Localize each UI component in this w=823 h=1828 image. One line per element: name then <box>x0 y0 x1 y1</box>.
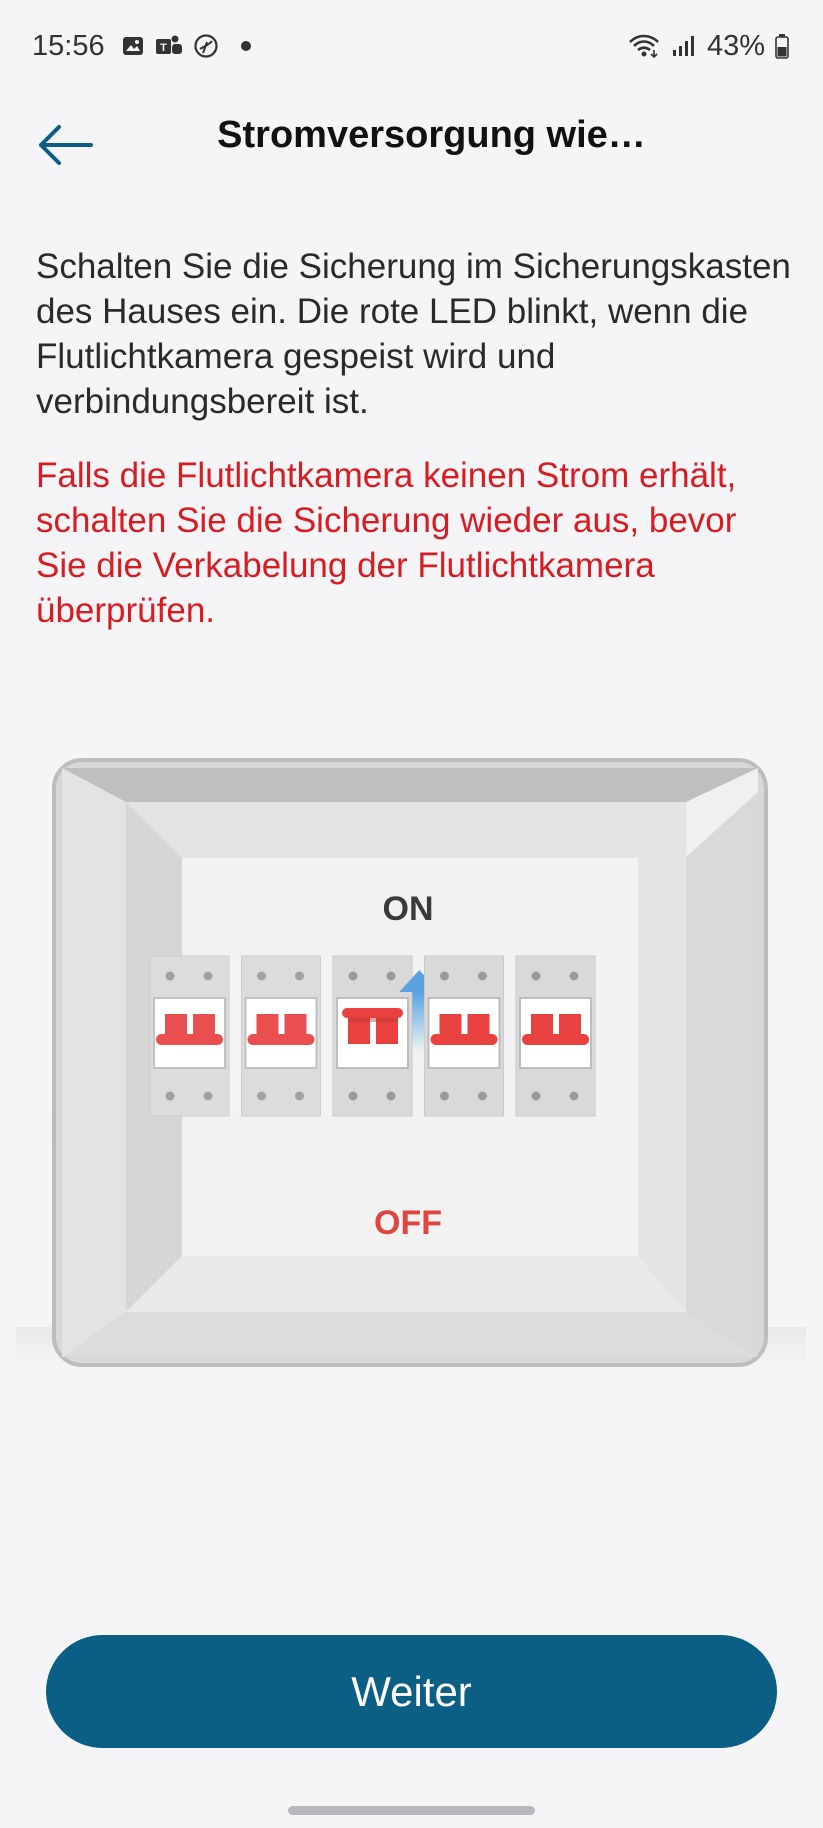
home-indicator[interactable] <box>288 1806 535 1815</box>
screw <box>478 971 487 981</box>
screw <box>478 1091 487 1101</box>
screw <box>348 971 358 981</box>
notification-dot <box>240 41 251 51</box>
switch-shade <box>348 1018 398 1022</box>
warning-text: Falls die Flutlichtkamera keinen Strom e… <box>36 456 737 630</box>
screw <box>569 1091 579 1101</box>
panel-shade-bottom <box>126 1256 686 1312</box>
breaker-3 <box>332 955 413 1117</box>
screw <box>386 1091 396 1101</box>
off-label: OFF <box>374 1204 442 1242</box>
screw <box>348 1091 358 1101</box>
continue-button[interactable]: Weiter <box>46 1635 777 1748</box>
bevel-top <box>62 768 758 802</box>
bevel-left <box>62 768 126 1357</box>
switch-lever-down <box>430 1034 498 1045</box>
signal-icon <box>671 34 697 58</box>
instructions-text: Schalten Sie die Sicherung im Sicherungs… <box>36 247 791 421</box>
bevel-bottom <box>62 1312 758 1357</box>
switch-lever-down <box>522 1034 589 1045</box>
page-title: Stromversorgung wie… <box>217 114 646 156</box>
status-time: 15:56 <box>32 29 105 62</box>
browser-icon <box>193 33 219 59</box>
screw <box>531 1091 541 1101</box>
breaker-5 <box>515 955 596 1117</box>
svg-text:T: T <box>160 42 167 54</box>
battery-icon <box>775 33 789 59</box>
breaker-4 <box>424 955 504 1117</box>
status-right: 43% <box>627 30 789 63</box>
gallery-icon <box>121 34 145 58</box>
wifi-icon <box>627 32 661 60</box>
battery-percent: 43% <box>706 29 765 62</box>
app-header: Stromversorgung wie… <box>0 92 823 212</box>
fuse-box-illustration: ON OFF <box>16 752 806 1382</box>
status-left: 15:56 T <box>32 30 251 63</box>
bevel-right <box>686 768 758 1357</box>
screw <box>440 971 449 981</box>
status-bar: 15:56 T 43% <box>0 0 823 92</box>
switch-lever-up <box>342 1008 403 1018</box>
screw <box>531 971 541 981</box>
screw <box>569 971 579 981</box>
on-label: ON <box>383 890 434 928</box>
breaker-row <box>149 955 596 1117</box>
light-overlay <box>150 956 330 1116</box>
screw <box>440 1091 449 1101</box>
teams-icon: T <box>155 34 183 58</box>
screw <box>386 971 396 981</box>
